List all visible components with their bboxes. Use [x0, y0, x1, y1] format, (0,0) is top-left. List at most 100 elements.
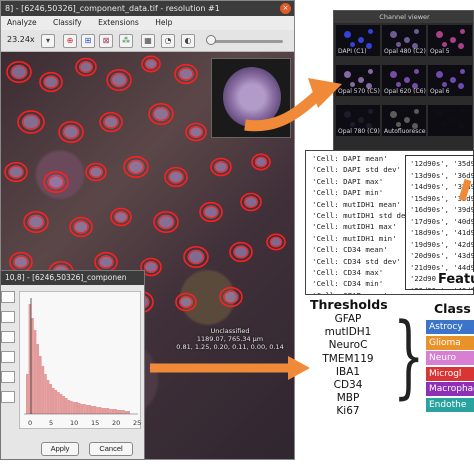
class-chip: Glioma	[426, 335, 474, 350]
channel-signal-blob	[350, 42, 355, 47]
tissue-core-thumbnail	[223, 67, 281, 127]
marker-name: mutIDH1	[324, 326, 372, 339]
dialog-field[interactable]	[1, 291, 15, 303]
feature-value: '17d90s', '40d90	[410, 216, 474, 226]
channel-tile[interactable]: Opal 570 (C5)	[336, 65, 380, 96]
status-coordinates: 1189.07, 765.34 µm	[196, 335, 264, 343]
histogram-bar	[70, 401, 73, 414]
marker-name: TMEM119	[322, 352, 374, 365]
nucleus	[178, 67, 194, 81]
histogram-bar	[78, 403, 81, 414]
cancel-button[interactable]: Cancel	[89, 442, 133, 456]
histogram-bar	[109, 409, 112, 414]
channel-tile[interactable]: Autofluorescence (C10)	[382, 105, 426, 136]
dialog-field[interactable]	[1, 331, 15, 343]
status-channel-values: 0.81, 1.25, 0.20, 0.11, 0.00, 0.14	[176, 343, 284, 351]
channel-signal-blob	[390, 71, 397, 78]
histogram-bar	[54, 390, 58, 414]
apply-button[interactable]: Apply	[41, 442, 79, 456]
histogram-bar	[67, 400, 71, 414]
brightness-slider-handle[interactable]	[206, 35, 216, 45]
channel-signal-blob	[396, 122, 401, 127]
channel-label: Opal 620 (C6)	[384, 88, 426, 95]
display-icon[interactable]: ◐	[181, 34, 195, 48]
feature-name: 'Cell: CD34 min'	[312, 279, 384, 289]
feature-value: '19d90s', '42d90	[410, 239, 474, 249]
feature-value: '12d90s', '35d90	[410, 159, 474, 168]
nucleus	[214, 161, 228, 173]
channel-signal-blob	[390, 111, 397, 118]
table-icon[interactable]: ▦	[141, 34, 155, 48]
dialog-field[interactable]	[1, 351, 15, 363]
status-classification: Unclassified	[210, 327, 250, 335]
channel-tile[interactable]: Opal 780 (C9)	[336, 105, 380, 136]
channel-signal-blob	[414, 109, 419, 114]
histogram-tick-label: 15	[91, 419, 99, 427]
channel-tile[interactable]: Opal 6	[428, 65, 472, 96]
nucleus	[127, 159, 145, 175]
nucleus	[152, 106, 170, 122]
thresholds-heading: Thresholds	[310, 297, 388, 312]
channel-tile[interactable]: Opal 620 (C6)	[382, 65, 426, 96]
classes-heading: Class	[434, 301, 471, 316]
feature-names: 'Cell: DAPI mean' 'Cell: DAPI std dev' 'Ce…	[312, 153, 414, 294]
channel-signal-blob	[458, 123, 464, 129]
channel-label: Opal 570 (C5)	[338, 88, 380, 95]
channel-grid: DAPI (C1) Opal 480 (C2) Opal 5 Opal 570 (C5…	[336, 25, 473, 157]
histogram-bar	[124, 411, 128, 414]
main-window-title: 8] - [6246,50326]_component_data.tif - r…	[1, 1, 294, 16]
dialog-field[interactable]	[1, 391, 15, 403]
points-tool-icon[interactable]: ⁂	[119, 34, 133, 48]
brightness-slider-track[interactable]	[213, 40, 283, 43]
nucleus	[27, 214, 45, 230]
histogram-plot[interactable]: 0 5 10 15 20 25	[19, 291, 141, 429]
nucleus	[43, 75, 59, 89]
dialog-field[interactable]	[1, 311, 15, 323]
histogram-bar	[122, 410, 125, 414]
channel-signal-blob	[396, 82, 401, 87]
menu-classify[interactable]: Classify	[53, 18, 82, 27]
channel-label: Opal 780 (C9)	[338, 128, 380, 135]
histogram-svg: 0 5 10 15 20 25	[24, 298, 141, 427]
histogram-bar	[93, 406, 97, 414]
curly-brace-icon: }	[393, 304, 425, 409]
overview-thumbnail[interactable]	[211, 58, 291, 138]
menu-extensions[interactable]: Extensions	[98, 18, 139, 27]
channel-tile[interactable]: DAPI (C1)	[336, 25, 380, 56]
nucleus	[79, 61, 93, 73]
cell-tool-icon[interactable]: ⊠	[99, 34, 113, 48]
histogram-bar	[57, 392, 60, 414]
feature-value: '13d90s', '36d90	[410, 170, 474, 180]
feature-name: 'Cell: DAPI mean'	[312, 154, 388, 163]
nucleus	[98, 255, 114, 269]
channel-signal-blob	[368, 29, 373, 34]
menu-analyze[interactable]: Analyze	[7, 18, 37, 27]
histogram-bar	[72, 402, 76, 414]
grid-tool-icon[interactable]: ⊞	[81, 34, 95, 48]
annotation-tool-icon[interactable]: ⊕	[63, 34, 77, 48]
nucleus	[179, 296, 193, 308]
dropdown-chevron-icon[interactable]: ▾	[41, 34, 55, 48]
channel-tile[interactable]	[428, 105, 472, 136]
feature-value: '15d90s', '38d90	[410, 193, 474, 203]
menu-help[interactable]: Help	[155, 18, 172, 27]
nucleus	[233, 245, 249, 259]
channel-signal-blob	[358, 77, 364, 83]
channel-tile[interactable]: Opal 480 (C2)	[382, 25, 426, 56]
channel-signal-blob	[414, 69, 419, 74]
channel-tile[interactable]: Opal 5	[428, 25, 472, 56]
histogram-bar	[83, 404, 86, 414]
channel-signal-blob	[460, 69, 465, 74]
histogram-bar	[127, 411, 130, 414]
nucleus	[223, 290, 239, 304]
close-icon[interactable]: ×	[280, 3, 291, 14]
channel-signal-blob	[442, 122, 447, 127]
settings-icon[interactable]: ◔	[161, 34, 175, 48]
feature-values: '12d90s', '35d90 '13d90s', '36d90 '14d90s'…	[410, 158, 474, 289]
nucleus	[103, 115, 119, 129]
nucleus	[254, 156, 268, 168]
menu-bar: Analyze Classify Extensions Help	[1, 16, 294, 30]
histogram-bar	[75, 402, 78, 414]
dialog-field[interactable]	[1, 371, 15, 383]
histogram-bar	[106, 408, 110, 414]
